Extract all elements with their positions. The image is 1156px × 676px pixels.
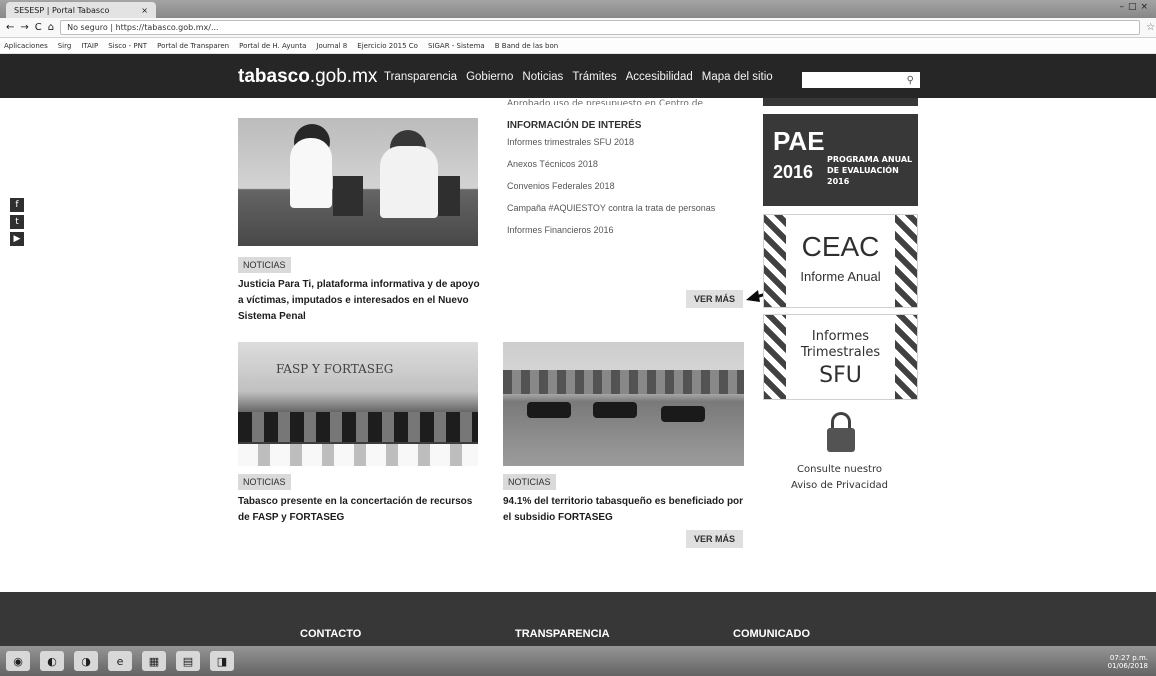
back-icon[interactable]: ← <box>6 22 14 33</box>
banner-top-strip[interactable] <box>763 98 918 106</box>
sfu-banner[interactable]: Informes Trimestrales SFU <box>763 314 918 400</box>
address-bar-row: ← → C ⌂ No seguro | https://tabasco.gob.… <box>0 18 1156 38</box>
info-link[interactable]: Campaña #AQUIESTOY contra la trata de pe… <box>507 202 715 224</box>
window-controls: – □ × <box>1119 2 1148 12</box>
ceac-banner[interactable]: CEAC Informe Anual <box>763 214 918 308</box>
bookmark-item[interactable]: ITAIP <box>81 42 98 50</box>
ver-mas-button[interactable]: VER MÁS <box>686 290 744 308</box>
office-taskbar-icon[interactable]: ◨ <box>210 651 234 671</box>
media-taskbar-icon[interactable]: ◑ <box>74 651 98 671</box>
privacy-banner[interactable]: Consulte nuestro Aviso de Privacidad <box>763 404 918 500</box>
site-logo[interactable]: tabasco.gob.mx <box>238 66 377 88</box>
news-tag[interactable]: NOTICIAS <box>503 474 556 490</box>
cut-off-headline: Aprobado uso de presupuesto en Centro de… <box>507 99 704 105</box>
clock-date: 01/06/2018 <box>1107 662 1148 670</box>
site-footer: CONTACTO TRANSPARENCIA COMUNICADO <box>0 592 1156 646</box>
news-photo[interactable]: FASP Y FORTASEG <box>238 342 478 466</box>
news-headline[interactable]: Tabasco presente en la concertación de r… <box>238 494 483 526</box>
footer-comunicado[interactable]: COMUNICADO <box>733 628 810 640</box>
privacy-line1: Consulte nuestro <box>797 464 882 475</box>
bookmark-item[interactable]: Journal 8 <box>316 42 347 50</box>
site-header: tabasco.gob.mx Transparencia Gobierno No… <box>0 54 1156 98</box>
sfu-line2: Trimestrales <box>800 345 881 360</box>
twitter-icon[interactable]: t <box>10 215 24 229</box>
pae-text: PROGRAMA ANUAL DE EVALUACIÓN 2016 <box>827 155 913 186</box>
news-headline[interactable]: 94.1% del territorio tabasqueño es benef… <box>503 494 748 526</box>
search-input[interactable]: ⚲ <box>802 72 920 88</box>
bookmark-star-icon[interactable]: ☆ <box>1146 22 1155 33</box>
ver-mas-button[interactable]: VER MÁS <box>686 530 744 548</box>
news-tag[interactable]: NOTICIAS <box>238 474 291 490</box>
news-photo[interactable] <box>503 342 744 466</box>
pae-banner[interactable]: PAE 2016 PROGRAMA ANUAL DE EVALUACIÓN 20… <box>763 114 918 206</box>
os-taskbar: ◉ ◐ ◑ e ▦ ▤ ◨ 07:27 p.m. 01/06/2018 <box>0 646 1156 676</box>
system-clock[interactable]: 07:27 p.m. 01/06/2018 <box>1108 654 1148 670</box>
close-window-icon[interactable]: × <box>1140 2 1148 12</box>
maximize-icon[interactable]: □ <box>1128 2 1137 12</box>
ceac-title: CEAC <box>801 231 880 262</box>
pae-logo: PAE <box>773 126 825 156</box>
tab-close-icon[interactable]: × <box>141 6 148 15</box>
bookmark-item[interactable]: Sirg <box>58 42 72 50</box>
main-nav: Transparencia Gobierno Noticias Trámites… <box>384 71 773 83</box>
nav-gobierno[interactable]: Gobierno <box>466 71 513 83</box>
start-button-icon[interactable]: ◉ <box>6 651 30 671</box>
info-link[interactable]: Informes trimestrales SFU 2018 <box>507 136 715 158</box>
bookmark-item[interactable]: Portal de Transparen <box>157 42 229 50</box>
pae-year: 2016 <box>773 162 814 182</box>
info-links: Informes trimestrales SFU 2018 Anexos Té… <box>507 136 715 246</box>
minimize-icon[interactable]: – <box>1119 2 1124 12</box>
browser-tab-bar: SESESP | Portal Tabasco × – □ × <box>0 0 1156 18</box>
info-section-title: INFORMACIÓN DE INTERÉS <box>507 120 642 131</box>
nav-noticias[interactable]: Noticias <box>522 71 563 83</box>
bookmark-item[interactable]: B Band de las bon <box>495 42 558 50</box>
news-photo[interactable] <box>238 118 478 246</box>
bookmark-item[interactable]: Sisco - PNT <box>108 42 147 50</box>
browser-tab[interactable]: SESESP | Portal Tabasco × <box>6 2 156 18</box>
youtube-icon[interactable]: ▶ <box>10 232 24 246</box>
nav-accesibilidad[interactable]: Accesibilidad <box>626 71 693 83</box>
footer-transparencia[interactable]: TRANSPARENCIA <box>515 628 610 640</box>
social-sidebar: f t ▶ <box>10 198 24 246</box>
news-headline[interactable]: Justicia Para Ti, plataforma informativa… <box>238 277 483 325</box>
news-tag[interactable]: NOTICIAS <box>238 257 291 273</box>
nav-transparencia[interactable]: Transparencia <box>384 71 457 83</box>
sfu-line1: Informes <box>811 329 870 344</box>
bookmark-item[interactable]: SIGAR - Sistema <box>428 42 485 50</box>
home-icon[interactable]: ⌂ <box>48 22 54 33</box>
app-taskbar-icon[interactable]: ▤ <box>176 651 200 671</box>
photo-banner: FASP Y FORTASEG <box>276 362 394 376</box>
privacy-line2: Aviso de Privacidad <box>790 480 889 491</box>
clock-time: 07:27 p.m. <box>1109 654 1148 662</box>
footer-contacto[interactable]: CONTACTO <box>300 628 361 640</box>
ceac-subtitle: Informe Anual <box>800 269 881 284</box>
bookmark-item[interactable]: Ejercicio 2015 Co <box>357 42 418 50</box>
nav-tramites[interactable]: Trámites <box>572 71 616 83</box>
lock-icon <box>827 412 855 454</box>
search-icon[interactable]: ⚲ <box>907 75 914 86</box>
tab-title: SESESP | Portal Tabasco <box>14 5 110 15</box>
bookmarks-bar: Aplicaciones Sirg ITAIP Sisco - PNT Port… <box>0 38 1156 54</box>
nav-mapa-del-sitio[interactable]: Mapa del sitio <box>702 71 773 83</box>
info-link[interactable]: Convenios Federales 2018 <box>507 180 715 202</box>
info-link[interactable]: Anexos Técnicos 2018 <box>507 158 715 180</box>
reload-icon[interactable]: C <box>35 22 42 33</box>
forward-icon[interactable]: → <box>20 22 28 33</box>
logo-main: tabasco <box>238 66 310 87</box>
sfu-line3: SFU <box>819 363 862 388</box>
facebook-icon[interactable]: f <box>10 198 24 212</box>
logo-suffix: .gob.mx <box>309 66 378 87</box>
bookmark-item[interactable]: Portal de H. Ayunta <box>239 42 306 50</box>
info-link[interactable]: Informes Financieros 2016 <box>507 224 715 246</box>
chrome-taskbar-icon[interactable]: ◐ <box>40 651 64 671</box>
explorer-taskbar-icon[interactable]: ▦ <box>142 651 166 671</box>
ie-taskbar-icon[interactable]: e <box>108 651 132 671</box>
bookmark-item[interactable]: Aplicaciones <box>4 42 48 50</box>
url-input[interactable]: No seguro | https://tabasco.gob.mx/... <box>60 20 1141 35</box>
